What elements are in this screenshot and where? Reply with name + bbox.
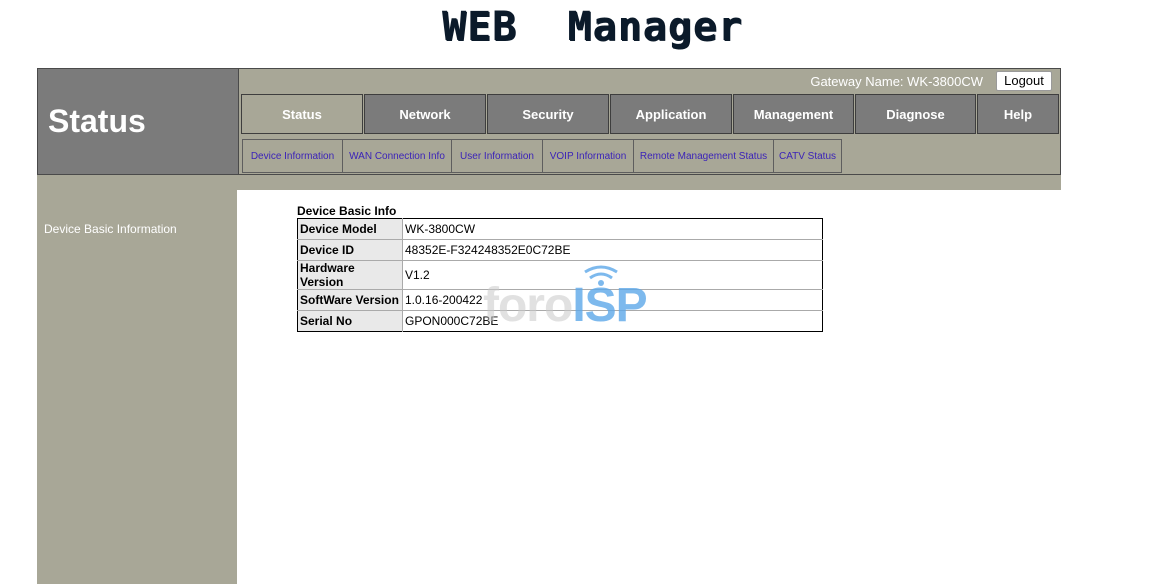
sidebar-item-device-basic-information[interactable]: Device Basic Information: [44, 222, 177, 236]
main-nav: Status Network Security Application Mana…: [239, 93, 1060, 137]
brand-title: WEB Manager: [442, 4, 743, 50]
table-row: Serial No GPON000C72BE: [297, 310, 823, 332]
tab-security[interactable]: Security: [487, 94, 609, 134]
table-row: Device Model WK-3800CW: [297, 218, 823, 240]
device-info-table: Device Model WK-3800CW Device ID 48352E-…: [297, 218, 823, 332]
subtab-catv-status[interactable]: CATV Status: [773, 139, 842, 173]
subtab-wan-connection-info[interactable]: WAN Connection Info: [342, 139, 451, 173]
row-value: V1.2: [402, 260, 823, 290]
tab-status[interactable]: Status: [241, 94, 363, 134]
section-title: Status: [48, 103, 146, 139]
section-panel: Status: [38, 69, 239, 174]
table-row: SoftWare Version 1.0.16-200422: [297, 289, 823, 311]
sub-nav: Device Information WAN Connection Info U…: [239, 137, 1060, 174]
table-row: Device ID 48352E-F324248352E0C72BE: [297, 239, 823, 261]
subtab-voip-information[interactable]: VOIP Information: [542, 139, 633, 173]
sidebar: Device Basic Information: [37, 175, 237, 584]
subtab-device-information[interactable]: Device Information: [242, 139, 342, 173]
gateway-bar: Gateway Name: WK-3800CW Logout: [239, 69, 1060, 93]
row-value: WK-3800CW: [402, 218, 823, 240]
content-top-strip: [237, 175, 1061, 190]
web-manager-page: WEB Manager Status Gateway Name: WK-3800…: [0, 0, 1165, 584]
subtab-user-information[interactable]: User Information: [451, 139, 542, 173]
gateway-name: Gateway Name: WK-3800CW: [810, 74, 983, 89]
tab-network[interactable]: Network: [364, 94, 486, 134]
logout-button[interactable]: Logout: [996, 71, 1052, 91]
device-info-title: Device Basic Info: [297, 204, 397, 218]
row-label: Device Model: [297, 218, 403, 240]
header: Status Gateway Name: WK-3800CW Logout St…: [37, 68, 1061, 175]
row-value: GPON000C72BE: [402, 310, 823, 332]
row-label: SoftWare Version: [297, 289, 403, 311]
tab-diagnose[interactable]: Diagnose: [855, 94, 976, 134]
tab-management[interactable]: Management: [733, 94, 854, 134]
row-value: 48352E-F324248352E0C72BE: [402, 239, 823, 261]
row-value: 1.0.16-200422: [402, 289, 823, 311]
content-area: Device Basic Info Device Model WK-3800CW…: [237, 190, 1165, 584]
subtab-remote-management-status[interactable]: Remote Management Status: [633, 139, 773, 173]
table-row: Hardware Version V1.2: [297, 260, 823, 290]
row-label: Hardware Version: [297, 260, 403, 290]
tab-help[interactable]: Help: [977, 94, 1059, 134]
row-label: Serial No: [297, 310, 403, 332]
row-label: Device ID: [297, 239, 403, 261]
tab-application[interactable]: Application: [610, 94, 732, 134]
